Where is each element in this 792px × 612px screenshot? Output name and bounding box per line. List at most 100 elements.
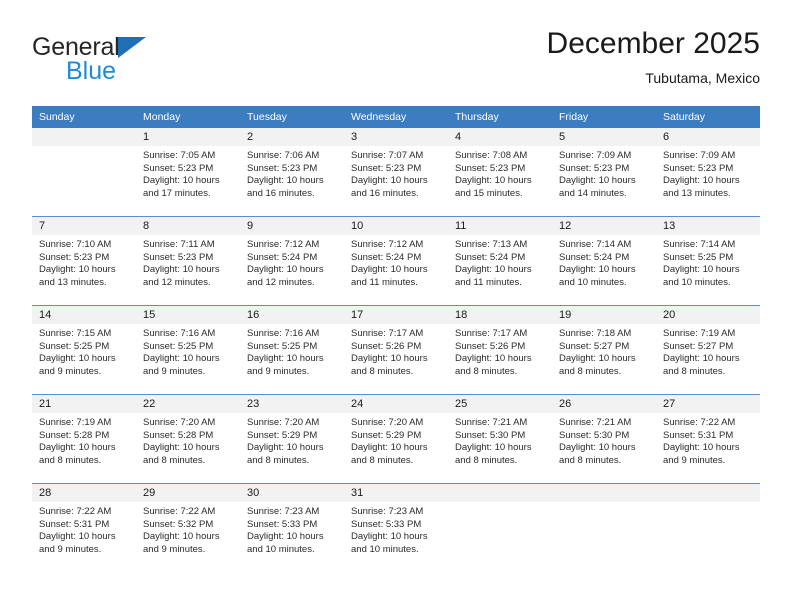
sun-daylight2-text: and 9 minutes.	[39, 365, 102, 377]
day-number: 7	[32, 217, 136, 235]
sun-sunrise-text: Sunrise: 7:22 AM	[143, 506, 216, 517]
calendar-day-cell[interactable]: 13 Sunrise: 7:14 AM Sunset: 5:25 PM Dayligh…	[656, 216, 760, 306]
day-cell-content: 9 Sunrise: 7:12 AM Sunset: 5:24 PM Daylight…	[240, 217, 344, 305]
logo-text-general: General	[32, 33, 120, 61]
sun-daylight2-text: and 10 minutes.	[247, 543, 315, 555]
calendar-day-cell[interactable]: 4 Sunrise: 7:08 AM Sunset: 5:23 PM Daylight…	[448, 128, 552, 217]
sun-sunrise-text: Sunrise: 7:13 AM	[455, 239, 528, 250]
calendar-day-cell[interactable]: 30 Sunrise: 7:23 AM Sunset: 5:33 PM Dayligh…	[240, 483, 344, 572]
calendar-day-cell[interactable]: 14 Sunrise: 7:15 AM Sunset: 5:25 PM Dayligh…	[32, 305, 136, 395]
day-number: 6	[656, 128, 760, 146]
calendar-day-cell[interactable]: 18 Sunrise: 7:17 AM Sunset: 5:26 PM Dayligh…	[448, 305, 552, 395]
sun-sunset-text: Sunset: 5:25 PM	[39, 340, 110, 352]
day-cell-content: 22 Sunrise: 7:20 AM Sunset: 5:28 PM Dayligh…	[136, 395, 240, 483]
sun-daylight1-text: Daylight: 10 hours	[351, 353, 428, 365]
calendar-day-cell	[32, 128, 136, 217]
calendar-day-cell[interactable]: 22 Sunrise: 7:20 AM Sunset: 5:28 PM Dayligh…	[136, 394, 240, 484]
calendar-day-cell[interactable]: 23 Sunrise: 7:20 AM Sunset: 5:29 PM Dayligh…	[240, 394, 344, 484]
sun-daylight1-text: Daylight: 10 hours	[39, 353, 116, 365]
sun-times-block: Sunrise: 7:05 AM Sunset: 5:23 PM Daylight:…	[136, 146, 240, 200]
sun-times-block: Sunrise: 7:12 AM Sunset: 5:24 PM Daylight:…	[344, 235, 448, 289]
sun-times-block: Sunrise: 7:23 AM Sunset: 5:33 PM Daylight:…	[344, 502, 448, 556]
calendar-day-cell[interactable]: 26 Sunrise: 7:21 AM Sunset: 5:30 PM Dayligh…	[552, 394, 656, 484]
sun-times-block: Sunrise: 7:18 AM Sunset: 5:27 PM Daylight:…	[552, 324, 656, 378]
calendar-day-cell[interactable]: 28 Sunrise: 7:22 AM Sunset: 5:31 PM Dayligh…	[32, 483, 136, 572]
sun-daylight2-text: and 15 minutes.	[455, 187, 523, 199]
calendar-day-cell[interactable]: 10 Sunrise: 7:12 AM Sunset: 5:24 PM Dayligh…	[344, 216, 448, 306]
sun-sunset-text: Sunset: 5:23 PM	[247, 162, 318, 174]
calendar-day-cell[interactable]: 27 Sunrise: 7:22 AM Sunset: 5:31 PM Dayligh…	[656, 394, 760, 484]
sun-daylight2-text: and 9 minutes.	[663, 454, 726, 466]
sun-sunrise-text: Sunrise: 7:20 AM	[143, 417, 216, 428]
calendar-day-cell[interactable]: 2 Sunrise: 7:06 AM Sunset: 5:23 PM Daylight…	[240, 128, 344, 217]
day-cell-content	[448, 484, 552, 572]
sun-daylight1-text: Daylight: 10 hours	[351, 442, 428, 454]
sun-sunrise-text: Sunrise: 7:21 AM	[559, 417, 632, 428]
weekday-header-saturday: Saturday	[656, 106, 760, 128]
day-number: 21	[32, 395, 136, 413]
calendar-day-cell[interactable]: 20 Sunrise: 7:19 AM Sunset: 5:27 PM Dayligh…	[656, 305, 760, 395]
calendar-day-cell[interactable]: 29 Sunrise: 7:22 AM Sunset: 5:32 PM Dayligh…	[136, 483, 240, 572]
sun-daylight2-text: and 8 minutes.	[559, 365, 622, 377]
sun-daylight2-text: and 8 minutes.	[559, 454, 622, 466]
day-number	[448, 484, 552, 502]
day-number: 13	[656, 217, 760, 235]
day-number: 3	[344, 128, 448, 146]
calendar-body: 1 Sunrise: 7:05 AM Sunset: 5:23 PM Daylight…	[32, 128, 760, 572]
calendar-day-cell[interactable]: 8 Sunrise: 7:11 AM Sunset: 5:23 PM Daylight…	[136, 216, 240, 306]
calendar-day-cell[interactable]: 25 Sunrise: 7:21 AM Sunset: 5:30 PM Dayligh…	[448, 394, 552, 484]
sun-sunset-text: Sunset: 5:33 PM	[351, 518, 422, 530]
calendar-day-cell[interactable]: 5 Sunrise: 7:09 AM Sunset: 5:23 PM Daylight…	[552, 128, 656, 217]
weekday-header-friday: Friday	[552, 106, 656, 128]
day-cell-content: 12 Sunrise: 7:14 AM Sunset: 5:24 PM Dayligh…	[552, 217, 656, 305]
calendar-day-cell[interactable]: 9 Sunrise: 7:12 AM Sunset: 5:24 PM Daylight…	[240, 216, 344, 306]
day-cell-content: 8 Sunrise: 7:11 AM Sunset: 5:23 PM Daylight…	[136, 217, 240, 305]
sun-sunrise-text: Sunrise: 7:12 AM	[351, 239, 424, 250]
sun-times-block: Sunrise: 7:07 AM Sunset: 5:23 PM Daylight:…	[344, 146, 448, 200]
sun-daylight1-text: Daylight: 10 hours	[247, 442, 324, 454]
sun-times-block: Sunrise: 7:12 AM Sunset: 5:24 PM Daylight:…	[240, 235, 344, 289]
calendar-day-cell[interactable]: 24 Sunrise: 7:20 AM Sunset: 5:29 PM Dayligh…	[344, 394, 448, 484]
general-blue-logo[interactable]: General Blue	[32, 34, 242, 94]
calendar-day-cell[interactable]: 16 Sunrise: 7:16 AM Sunset: 5:25 PM Dayligh…	[240, 305, 344, 395]
sun-sunset-text: Sunset: 5:27 PM	[663, 340, 734, 352]
calendar-day-cell[interactable]: 11 Sunrise: 7:13 AM Sunset: 5:24 PM Dayligh…	[448, 216, 552, 306]
calendar-day-cell[interactable]: 6 Sunrise: 7:09 AM Sunset: 5:23 PM Daylight…	[656, 128, 760, 217]
day-cell-content: 29 Sunrise: 7:22 AM Sunset: 5:32 PM Dayligh…	[136, 484, 240, 572]
day-number: 25	[448, 395, 552, 413]
blue-triangle-icon	[117, 37, 146, 58]
sun-daylight2-text: and 9 minutes.	[143, 365, 206, 377]
day-cell-content: 4 Sunrise: 7:08 AM Sunset: 5:23 PM Daylight…	[448, 128, 552, 216]
sun-daylight2-text: and 9 minutes.	[143, 543, 206, 555]
day-number: 19	[552, 306, 656, 324]
calendar-day-cell[interactable]: 1 Sunrise: 7:05 AM Sunset: 5:23 PM Daylight…	[136, 128, 240, 217]
calendar-day-cell[interactable]: 15 Sunrise: 7:16 AM Sunset: 5:25 PM Dayligh…	[136, 305, 240, 395]
sun-sunset-text: Sunset: 5:25 PM	[143, 340, 214, 352]
day-number: 27	[656, 395, 760, 413]
day-cell-content: 17 Sunrise: 7:17 AM Sunset: 5:26 PM Dayligh…	[344, 306, 448, 394]
sun-daylight1-text: Daylight: 10 hours	[455, 353, 532, 365]
sun-daylight1-text: Daylight: 10 hours	[247, 264, 324, 276]
calendar-day-cell[interactable]: 3 Sunrise: 7:07 AM Sunset: 5:23 PM Daylight…	[344, 128, 448, 217]
sun-sunrise-text: Sunrise: 7:21 AM	[455, 417, 528, 428]
calendar-day-cell[interactable]: 19 Sunrise: 7:18 AM Sunset: 5:27 PM Dayligh…	[552, 305, 656, 395]
calendar-week-row: 7 Sunrise: 7:10 AM Sunset: 5:23 PM Daylight…	[32, 216, 760, 306]
day-cell-content: 5 Sunrise: 7:09 AM Sunset: 5:23 PM Daylight…	[552, 128, 656, 216]
day-number	[656, 484, 760, 502]
sun-daylight1-text: Daylight: 10 hours	[351, 264, 428, 276]
calendar-day-cell[interactable]: 17 Sunrise: 7:17 AM Sunset: 5:26 PM Dayligh…	[344, 305, 448, 395]
title-block: December 2025 Tubutama, Mexico	[547, 26, 760, 88]
sun-sunset-text: Sunset: 5:26 PM	[351, 340, 422, 352]
calendar-day-cell[interactable]: 31 Sunrise: 7:23 AM Sunset: 5:33 PM Dayligh…	[344, 483, 448, 572]
day-cell-content: 11 Sunrise: 7:13 AM Sunset: 5:24 PM Dayligh…	[448, 217, 552, 305]
sun-daylight2-text: and 17 minutes.	[143, 187, 211, 199]
sun-times-block: Sunrise: 7:06 AM Sunset: 5:23 PM Daylight:…	[240, 146, 344, 200]
day-cell-content: 24 Sunrise: 7:20 AM Sunset: 5:29 PM Dayligh…	[344, 395, 448, 483]
sun-daylight2-text: and 8 minutes.	[455, 365, 518, 377]
calendar-day-cell[interactable]: 21 Sunrise: 7:19 AM Sunset: 5:28 PM Dayligh…	[32, 394, 136, 484]
calendar-day-cell[interactable]: 7 Sunrise: 7:10 AM Sunset: 5:23 PM Daylight…	[32, 216, 136, 306]
day-cell-content: 31 Sunrise: 7:23 AM Sunset: 5:33 PM Dayligh…	[344, 484, 448, 572]
day-cell-content: 15 Sunrise: 7:16 AM Sunset: 5:25 PM Dayligh…	[136, 306, 240, 394]
calendar-day-cell[interactable]: 12 Sunrise: 7:14 AM Sunset: 5:24 PM Dayligh…	[552, 216, 656, 306]
sun-sunrise-text: Sunrise: 7:11 AM	[143, 239, 215, 250]
